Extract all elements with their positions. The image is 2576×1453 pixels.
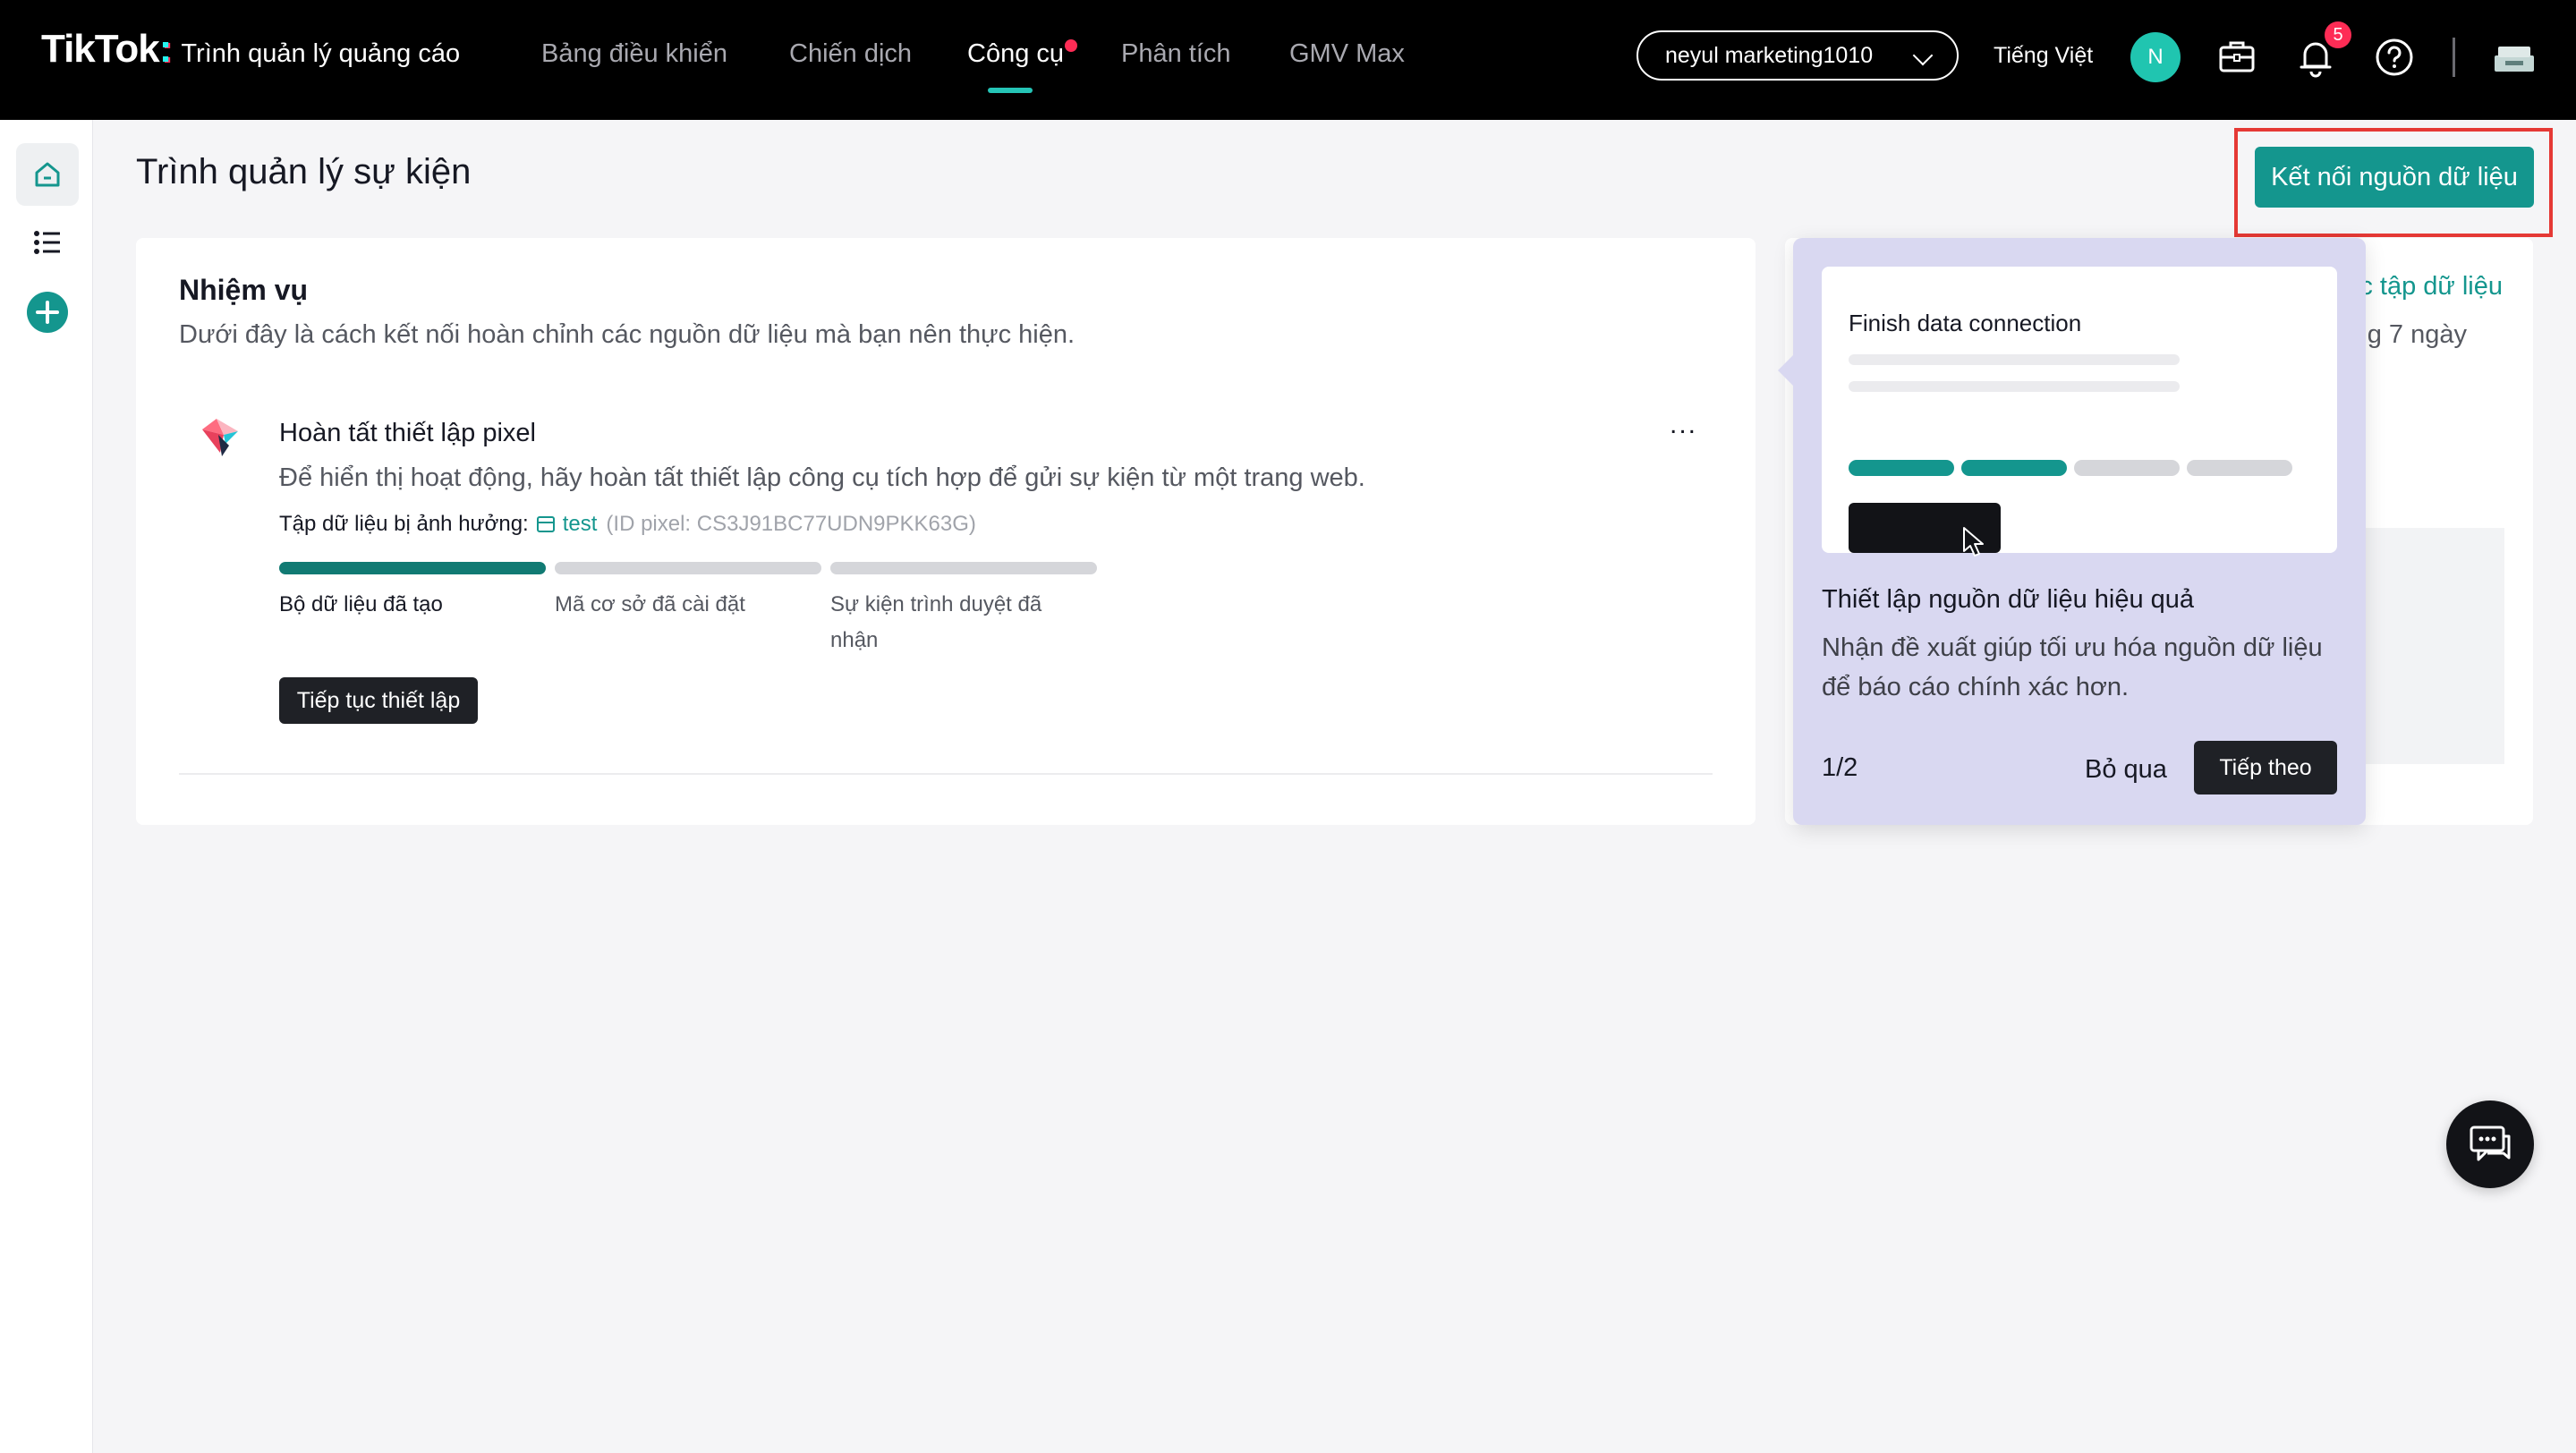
pixel-task-title: Hoàn tất thiết lập pixel xyxy=(279,419,536,447)
onboarding-popover: Finish data connection Thiết lập nguồn d… xyxy=(1778,238,2366,825)
progress-step-browser-events: Sự kiện trình duyệt đã nhận xyxy=(830,562,1097,659)
notification-count-badge: 5 xyxy=(2325,21,2351,48)
chat-support-button[interactable] xyxy=(2446,1100,2534,1188)
dataset-link[interactable]: test xyxy=(563,512,598,537)
help-icon[interactable] xyxy=(2371,34,2418,81)
continue-setup-button[interactable]: Tiếp tục thiết lập xyxy=(279,677,478,724)
step-label: Bộ dữ liệu đã tạo xyxy=(279,592,443,616)
illustration-placeholder-line xyxy=(1849,354,2180,365)
popover-step-counter: 1/2 xyxy=(1822,753,1858,782)
popover-description: Nhận đề xuất giúp tối ưu hóa nguồn dữ li… xyxy=(1822,633,2323,701)
divider xyxy=(179,773,1713,775)
account-name: neyul marketing1010 xyxy=(1665,42,1874,68)
step-bar xyxy=(279,562,546,574)
avatar[interactable]: N xyxy=(2130,32,2181,82)
illustration-placeholder-line xyxy=(1849,381,2180,392)
nav-gmv-max[interactable]: GMV Max xyxy=(1289,39,1405,69)
popover-arrow xyxy=(1778,355,1808,386)
tasks-card: Nhiệm vụ Dưới đây là cách kết nối hoàn c… xyxy=(136,238,1756,825)
datasets-period-text: ng 7 ngày xyxy=(2352,320,2467,349)
illustration-title: Finish data connection xyxy=(1849,310,2082,336)
pixel-id: (ID pixel: CS3J91BC77UDN9PKK63G) xyxy=(606,512,976,536)
step-label: Mã cơ sở đã cài đặt xyxy=(555,592,745,616)
highlight-box xyxy=(2234,128,2553,237)
tasks-title: Nhiệm vụ xyxy=(179,274,309,306)
more-options-icon[interactable]: ... xyxy=(1670,410,1697,440)
skip-button[interactable]: Bỏ qua xyxy=(2085,755,2167,785)
popover-title: Thiết lập nguồn dữ liệu hiệu quả xyxy=(1822,585,2195,614)
list-icon xyxy=(34,231,60,254)
illustration-progress-segment xyxy=(2074,460,2180,476)
nav-dashboard[interactable]: Bảng điều khiển xyxy=(541,39,727,69)
sidebar-list[interactable] xyxy=(16,211,79,274)
pixel-task-description: Để hiển thị hoạt động, hãy hoàn tất thiế… xyxy=(279,463,1365,492)
affected-dataset-label: Tập dữ liệu bị ảnh hưởng: xyxy=(279,512,529,536)
sidebar-home[interactable] xyxy=(16,143,79,206)
nav-campaigns[interactable]: Chiến dịch xyxy=(789,39,912,69)
page-title: Trình quản lý sự kiện xyxy=(136,152,472,191)
progress-step-base-code: Mã cơ sở đã cài đặt xyxy=(555,562,821,623)
chevron-down-icon xyxy=(1912,45,1934,66)
next-button[interactable]: Tiếp theo xyxy=(2194,741,2337,794)
nav-divider xyxy=(2453,38,2455,77)
tiktok-ads-logo[interactable]: TikTok : Trình quản lý quảng cáo xyxy=(41,27,460,81)
illustration-progress-segment xyxy=(2187,460,2292,476)
account-selector[interactable]: neyul marketing1010 xyxy=(1637,30,1959,81)
home-icon xyxy=(35,162,60,187)
dataset-icon xyxy=(536,516,555,532)
nav-tools[interactable]: Công cụ xyxy=(967,39,1064,69)
logo-product-name: Trình quản lý quảng cáo xyxy=(181,39,461,68)
progress-step-dataset-created: Bộ dữ liệu đã tạo xyxy=(279,562,546,623)
business-center-icon[interactable] xyxy=(2489,34,2539,81)
language-switcher[interactable]: Tiếng Việt xyxy=(1994,43,2093,69)
illustration-progress-segment xyxy=(1961,460,2067,476)
logo-colon: : xyxy=(158,27,173,71)
pixel-icon xyxy=(202,419,238,456)
datasets-link[interactable]: c tập dữ liệu xyxy=(2359,272,2503,302)
tasks-subtitle: Dưới đây là cách kết nối hoàn chỉnh các … xyxy=(179,320,1075,349)
chat-icon xyxy=(2470,1126,2511,1161)
illustration-progress-segment xyxy=(1849,460,1954,476)
left-sidebar xyxy=(0,120,93,1453)
nav-tools-new-dot xyxy=(1065,39,1077,52)
top-navigation: TikTok : Trình quản lý quảng cáo Bảng đi… xyxy=(0,0,2576,120)
nav-analytics[interactable]: Phân tích xyxy=(1121,39,1231,69)
logo-brand: TikTok xyxy=(41,27,160,71)
plus-circle-icon xyxy=(27,292,68,333)
step-bar xyxy=(555,562,821,574)
cursor-icon xyxy=(1963,527,1984,557)
briefcase-icon[interactable] xyxy=(2214,34,2260,81)
sidebar-add[interactable] xyxy=(16,281,79,344)
affected-dataset-row: Tập dữ liệu bị ảnh hưởng: test (ID pixel… xyxy=(279,512,976,537)
onboarding-illustration: Finish data connection xyxy=(1822,267,2337,557)
step-bar xyxy=(830,562,1097,574)
nav-active-indicator xyxy=(988,88,1033,93)
step-label: Sự kiện trình duyệt đã nhận xyxy=(830,592,1042,652)
